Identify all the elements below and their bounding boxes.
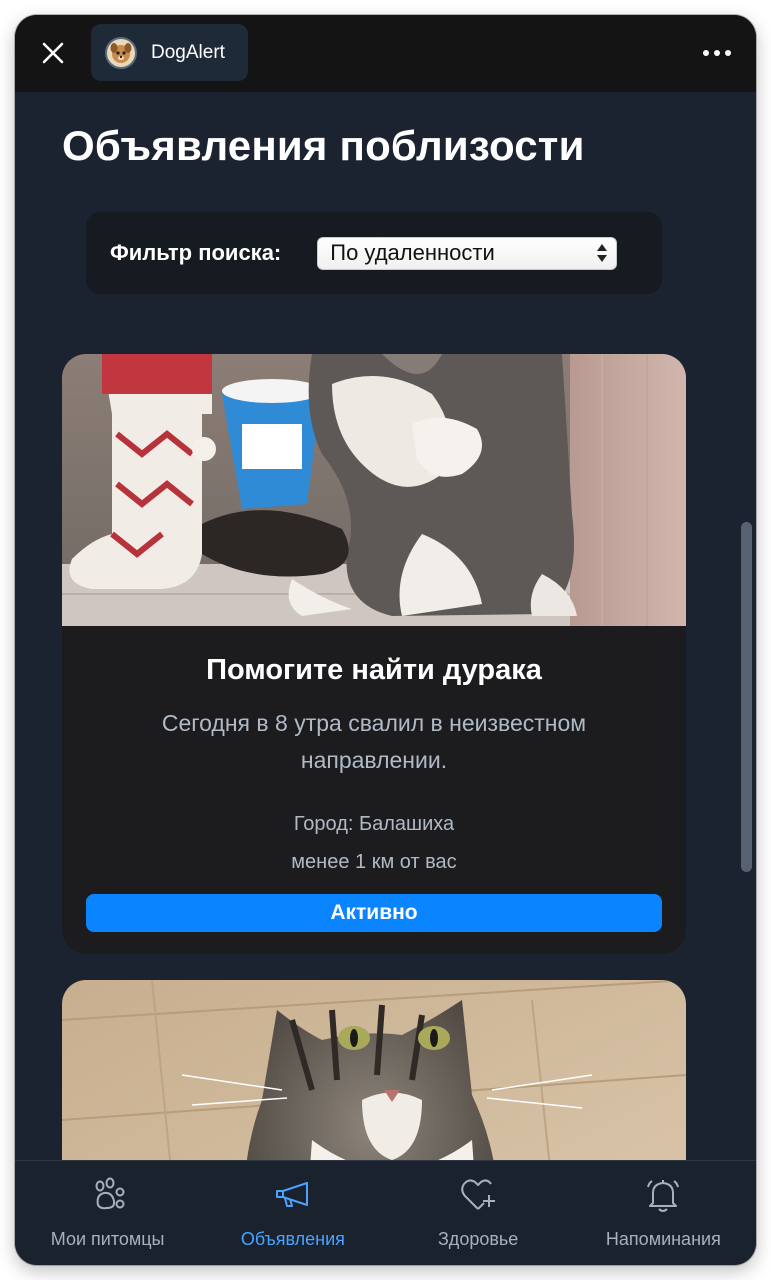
nav-label: Мои питомцы — [50, 1229, 165, 1249]
listing-card[interactable]: Помогите найти дурака Сегодня в 8 утра с… — [62, 354, 686, 954]
close-button[interactable] — [37, 37, 69, 69]
megaphone-icon — [271, 1173, 315, 1217]
more-horizontal-icon — [703, 50, 709, 56]
filter-label: Фильтр поиска: — [110, 240, 282, 265]
nav-label: Объявления — [240, 1229, 345, 1249]
paw-icon — [86, 1173, 130, 1217]
select-arrows-icon — [596, 242, 608, 264]
listings-content[interactable]: Объявления поблизости Фильтр поиска: По … — [15, 92, 756, 1160]
listing-card[interactable] — [62, 980, 686, 1160]
top-bar: DogAlert — [15, 15, 756, 92]
status-active-button[interactable]: Активно — [86, 894, 662, 932]
filter-selected-value: По удаленности — [330, 240, 495, 265]
app-chip[interactable]: DogAlert — [91, 24, 248, 81]
listing-description: Сегодня в 8 утра свалил в неизвестном на… — [161, 710, 587, 773]
nav-label: Напоминания — [605, 1229, 721, 1249]
listing-distance: менее 1 км от вас — [291, 851, 457, 873]
listing-photo — [62, 354, 686, 626]
app-window: DogAlert Объявления поблизости Фильтр по… — [15, 15, 756, 1265]
nav-label: Здоровье — [437, 1229, 519, 1249]
listing-city: Город: Балашиха — [293, 813, 455, 835]
listing-meta: Город: Балашиха менее 1 км от вас — [62, 805, 686, 881]
listing-photo — [62, 980, 686, 1160]
app-logo — [105, 36, 137, 69]
app-name: DogAlert — [151, 41, 225, 63]
nav-item-listings[interactable]: Объявления — [200, 1161, 385, 1265]
bell-icon — [641, 1173, 685, 1217]
scrollbar-thumb[interactable] — [741, 522, 752, 872]
close-icon — [42, 42, 64, 64]
nav-item-health[interactable]: Здоровье — [386, 1161, 571, 1265]
more-options-button[interactable] — [700, 41, 734, 65]
page-title: Объявления поблизости — [62, 122, 585, 169]
search-filter: Фильтр поиска: По удаленности — [86, 212, 662, 294]
nav-item-reminders[interactable]: Напоминания — [571, 1161, 756, 1265]
heart-plus-icon — [456, 1173, 500, 1217]
listing-title: Помогите найти дурака — [206, 654, 542, 686]
filter-select[interactable]: По удаленности — [317, 236, 618, 270]
nav-item-my-pets[interactable]: Мои питомцы — [15, 1161, 200, 1265]
bottom-navigation: Мои питомцы Объявления Здоровье Напомина… — [15, 1160, 756, 1265]
